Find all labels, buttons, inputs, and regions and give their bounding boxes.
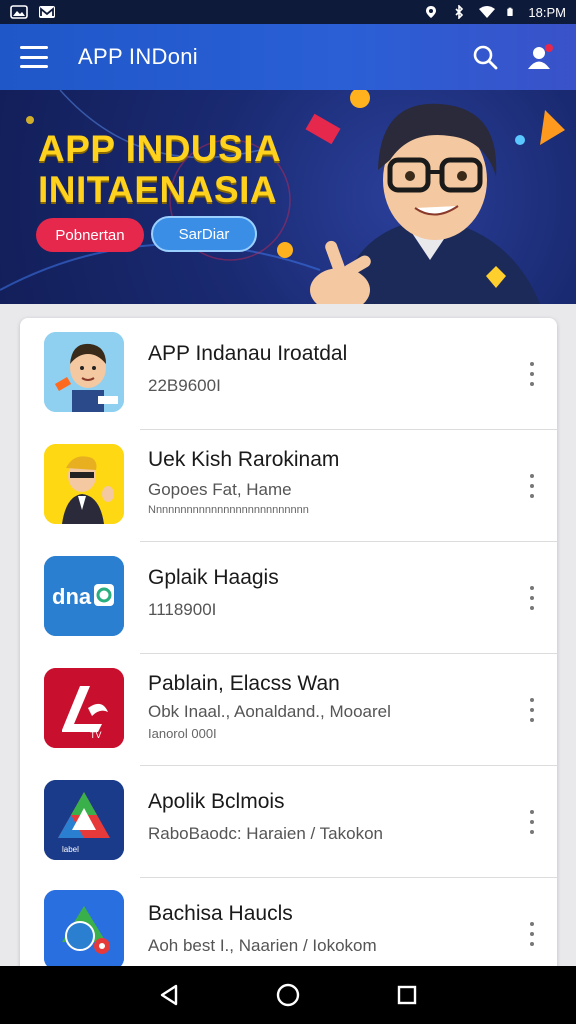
app-subtitle: 22B9600I bbox=[148, 376, 221, 395]
home-icon[interactable] bbox=[268, 975, 308, 1015]
cartoon-man-icon bbox=[44, 444, 124, 524]
svg-text:dna: dna bbox=[52, 584, 92, 609]
search-icon[interactable] bbox=[470, 42, 500, 72]
banner-secondary-button[interactable]: SarDiar bbox=[151, 216, 257, 252]
more-options-icon[interactable] bbox=[527, 810, 537, 834]
gallery-icon bbox=[10, 5, 28, 19]
app-name: Gplaik Haagis bbox=[148, 566, 279, 589]
red-logo-icon: TV bbox=[44, 668, 124, 748]
menu-icon[interactable] bbox=[20, 46, 48, 68]
app-subtitle: RaboBaodc: Haraien / Takokon bbox=[148, 824, 384, 843]
app-subtitle: Obk Inaal., Aonaldand., Mooarel bbox=[148, 702, 391, 721]
banner-title: APP INDUSIA INITAENASIA bbox=[38, 128, 281, 210]
more-options-icon[interactable] bbox=[527, 362, 537, 386]
more-options-icon[interactable] bbox=[527, 474, 537, 498]
app-name: Pablain, Elacss Wan bbox=[148, 672, 340, 695]
app-name: Uek Kish Rarokinam bbox=[148, 448, 340, 471]
bluetooth-icon bbox=[455, 5, 464, 19]
banner-primary-button[interactable]: Pobnertan bbox=[36, 218, 144, 252]
recents-icon[interactable] bbox=[387, 975, 427, 1015]
blue-logo-icon bbox=[44, 890, 124, 970]
app-subtitle-small: Ianorol 000I bbox=[148, 726, 217, 741]
app-bar: APP INDoni bbox=[0, 24, 576, 90]
app-subtitle: Gopoes Fat, Hame bbox=[148, 480, 292, 499]
triangle-logo-icon: label bbox=[44, 780, 124, 860]
cartoon-character-illustration bbox=[305, 90, 565, 304]
app-name: Apolik Bclmois bbox=[148, 790, 285, 813]
back-icon[interactable] bbox=[149, 975, 189, 1015]
svg-text:TV: TV bbox=[90, 730, 102, 740]
wifi-icon bbox=[479, 6, 496, 18]
list-item[interactable]: label Apolik Bclmois RaboBaodc: Haraien … bbox=[20, 766, 557, 878]
navigation-bar bbox=[0, 966, 576, 1024]
app-subtitle: 1118900I bbox=[148, 600, 217, 619]
banner-title-line-2: INITAENASIA bbox=[38, 169, 278, 210]
battery-icon bbox=[507, 7, 514, 16]
app-name: APP Indanau Iroatdal bbox=[148, 342, 348, 365]
list-item[interactable]: APP Indanau Iroatdal 22B9600I bbox=[20, 318, 557, 430]
status-time: 18:PM bbox=[528, 4, 566, 20]
list-item[interactable]: dna Gplaik Haagis 1118900I bbox=[20, 542, 557, 654]
list-item[interactable]: TV Pablain, Elacss Wan Obk Inaal., Aonal… bbox=[20, 654, 557, 766]
svg-text:label: label bbox=[62, 845, 79, 854]
account-icon[interactable] bbox=[526, 42, 556, 72]
location-icon bbox=[426, 6, 437, 18]
banner-title-line-1: APP INDUSIA bbox=[38, 128, 282, 169]
list-item[interactable]: Bachisa Haucls Aoh best I., Naarien / Io… bbox=[20, 878, 557, 978]
dna-icon: dna bbox=[44, 556, 124, 636]
app-list: APP Indanau Iroatdal 22B9600I Uek Kish R… bbox=[20, 318, 557, 978]
app-subtitle: Aoh best I., Naarien / Iokokom bbox=[148, 936, 377, 955]
more-options-icon[interactable] bbox=[527, 698, 537, 722]
mail-icon bbox=[39, 6, 55, 18]
cartoon-boy-icon bbox=[44, 332, 124, 412]
promo-banner[interactable]: APP INDUSIA INITAENASIA Pobnertan SarDia… bbox=[0, 90, 576, 304]
more-options-icon[interactable] bbox=[527, 922, 537, 946]
app-name: Bachisa Haucls bbox=[148, 902, 293, 925]
app-title: APP INDoni bbox=[78, 44, 198, 69]
more-options-icon[interactable] bbox=[527, 586, 537, 610]
status-bar: 18:PM bbox=[0, 0, 576, 24]
app-subtitle-small: Nnnnnnnnnnnnnnnnnnnnnnnnnn bbox=[148, 504, 309, 516]
list-item[interactable]: Uek Kish Rarokinam Gopoes Fat, Hame Nnnn… bbox=[20, 430, 557, 542]
